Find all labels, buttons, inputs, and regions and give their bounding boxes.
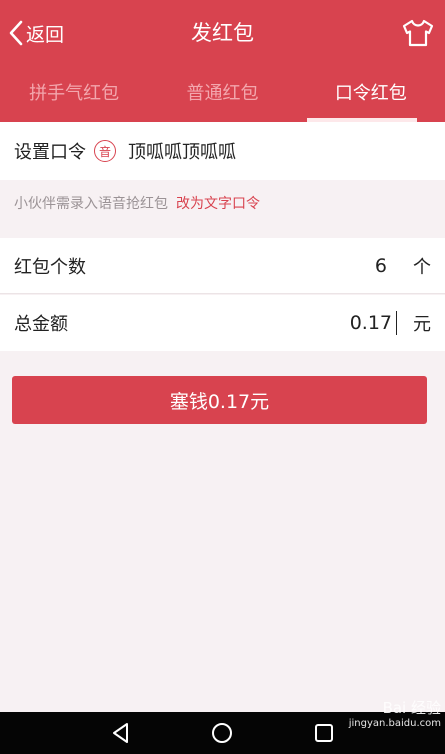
switch-to-text-link[interactable]: 改为文字口令	[176, 193, 260, 213]
app: 返回 发红包 拼手气红包 普通红包 口令红包 设置口令 音 顶呱呱顶呱呱 小伙伴…	[0, 0, 445, 712]
total-amount-input[interactable]: 0.17	[350, 312, 392, 334]
watermark-title: Bai 经验	[382, 699, 441, 717]
text-caret	[396, 311, 397, 335]
password-row[interactable]: 设置口令 音 顶呱呱顶呱呱	[0, 122, 445, 180]
nav-home-button[interactable]	[208, 719, 236, 747]
nav-recents-button[interactable]	[310, 719, 338, 747]
total-amount-unit: 元	[413, 314, 431, 335]
packet-count-input[interactable]: 6	[375, 255, 387, 277]
packet-count-label: 红包个数	[14, 256, 86, 278]
top-bar: 返回 发红包	[0, 0, 445, 66]
skin-shirt-icon[interactable]	[401, 18, 435, 48]
watermark: Bai 经验 jingyan.baidu.com	[349, 700, 441, 732]
password-label: 设置口令	[14, 142, 86, 163]
page-title: 发红包	[191, 21, 254, 45]
tab-password[interactable]: 口令红包	[297, 66, 445, 122]
tab-lucky[interactable]: 拼手气红包	[0, 66, 148, 122]
tab-normal[interactable]: 普通红包	[148, 66, 296, 122]
packet-count-row[interactable]: 红包个数 6 个	[0, 238, 445, 294]
voice-badge: 音	[94, 140, 116, 162]
triangle-back-icon	[112, 723, 128, 743]
total-amount-label: 总金额	[14, 314, 68, 335]
nav-back-button[interactable]	[107, 719, 135, 747]
packet-count-unit: 个	[413, 256, 431, 278]
square-recents-icon	[315, 724, 334, 742]
submit-button[interactable]: 塞钱0.17元	[12, 376, 427, 424]
hint-text: 小伙伴需录入语音抢红包	[14, 196, 168, 212]
password-value[interactable]: 顶呱呱顶呱呱	[128, 138, 236, 164]
total-amount-row[interactable]: 总金额 0.17 元	[0, 295, 445, 351]
hint-row: 小伙伴需录入语音抢红包 改为文字口令	[0, 180, 445, 226]
circle-home-icon	[212, 723, 233, 743]
watermark-url: jingyan.baidu.com	[348, 718, 441, 729]
tab-bar: 拼手气红包 普通红包 口令红包	[0, 66, 445, 122]
